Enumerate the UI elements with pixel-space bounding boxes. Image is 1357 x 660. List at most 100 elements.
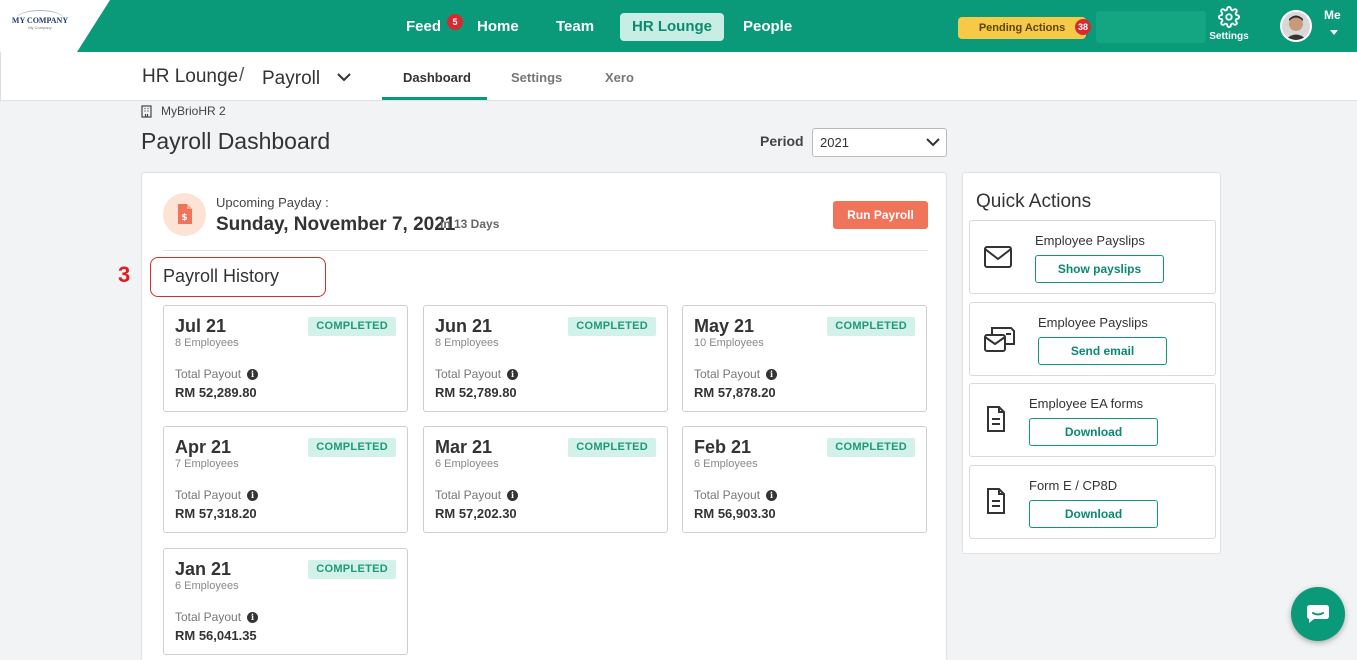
payroll-card-jul-21[interactable]: Jul 21 8 Employees COMPLETED Total Payou… xyxy=(163,305,408,412)
total-payout-text: Total Payout xyxy=(175,610,242,624)
tab-settings[interactable]: Settings xyxy=(511,70,562,85)
employee-count: 6 Employees xyxy=(175,580,239,592)
sub-navbar: HR Lounge / Payroll Dashboard Settings X… xyxy=(0,52,1357,101)
download-ea-forms-button[interactable]: Download xyxy=(1029,418,1158,446)
total-payout-amount: RM 56,903.30 xyxy=(694,506,776,521)
total-payout-text: Total Payout xyxy=(694,367,761,381)
payday-icon: $ xyxy=(163,193,206,236)
status-badge: COMPLETED xyxy=(308,560,396,579)
tab-dashboard[interactable]: Dashboard xyxy=(403,70,471,85)
company-logo[interactable]: MY COMPANY My Company xyxy=(10,8,70,44)
download-form-e-button[interactable]: Download xyxy=(1029,500,1158,528)
page-title: Payroll Dashboard xyxy=(141,128,331,154)
nav-hr-lounge[interactable]: HR Lounge xyxy=(620,13,724,41)
breadcrumb-separator: / xyxy=(239,65,245,86)
total-payout-amount: RM 52,789.80 xyxy=(435,385,517,400)
chevron-down-icon[interactable] xyxy=(1330,30,1338,35)
total-payout-text: Total Payout xyxy=(435,488,502,502)
payroll-month: Mar 21 xyxy=(435,437,493,457)
redacted-area xyxy=(1096,11,1206,43)
status-badge: COMPLETED xyxy=(827,438,915,457)
payroll-card-feb-21[interactable]: Feb 21 6 Employees COMPLETED Total Payou… xyxy=(682,426,927,533)
employee-count: 8 Employees xyxy=(175,337,239,349)
me-menu-label[interactable]: Me xyxy=(1324,8,1341,22)
info-icon[interactable]: i xyxy=(766,368,778,380)
send-email-button[interactable]: Send email xyxy=(1038,337,1167,365)
chat-button[interactable] xyxy=(1291,587,1345,641)
info-icon[interactable]: i xyxy=(247,368,259,380)
status-badge: COMPLETED xyxy=(308,438,396,457)
info-icon[interactable]: i xyxy=(766,489,778,501)
info-icon[interactable]: i xyxy=(247,489,259,501)
gear-icon xyxy=(1218,6,1240,28)
payroll-month: Jan 21 xyxy=(175,559,232,579)
payroll-month: Jul 21 xyxy=(175,316,227,336)
period-label: Period xyxy=(760,133,804,149)
company-name: MyBrioHR 2 xyxy=(141,104,226,118)
avatar[interactable] xyxy=(1280,10,1312,42)
annotation-step-number: 3 xyxy=(118,262,131,287)
upcoming-payday-date: Sunday, November 7, 2021 xyxy=(216,214,456,235)
nav-feed[interactable]: Feed xyxy=(406,13,441,41)
payroll-card-may-21[interactable]: May 21 10 Employees COMPLETED Total Payo… xyxy=(682,305,927,412)
total-payout-text: Total Payout xyxy=(175,488,242,502)
breadcrumb-payroll[interactable]: Payroll xyxy=(262,68,320,90)
chat-icon xyxy=(1307,605,1329,623)
show-payslips-button[interactable]: Show payslips xyxy=(1035,255,1164,283)
svg-text:$: $ xyxy=(181,213,187,223)
divider xyxy=(163,250,928,251)
send-mail-icon xyxy=(984,327,1015,352)
info-icon[interactable]: i xyxy=(507,489,519,501)
quick-action-label: Employee Payslips xyxy=(1038,315,1148,330)
payroll-month: Jun 21 xyxy=(435,316,493,336)
nav-team[interactable]: Team xyxy=(556,13,594,41)
quick-actions-panel: Quick Actions Employee Payslips Show pay… xyxy=(962,172,1221,554)
settings-button[interactable]: Settings xyxy=(1205,6,1253,42)
total-payout-label: Total Payout i xyxy=(175,610,259,624)
quick-action-send-email: Employee Payslips Send email xyxy=(969,302,1216,376)
payroll-card-jan-21[interactable]: Jan 21 6 Employees COMPLETED Total Payou… xyxy=(163,548,408,655)
payday-countdown: in 13 Days xyxy=(440,217,500,231)
total-payout-amount: RM 57,318.20 xyxy=(175,506,257,521)
payroll-main-card: $ Upcoming Payday : Sunday, November 7, … xyxy=(141,172,947,660)
info-icon[interactable]: i xyxy=(247,611,259,623)
run-payroll-button[interactable]: Run Payroll xyxy=(833,201,928,229)
quick-action-label: Employee EA forms xyxy=(1029,396,1144,411)
document-icon xyxy=(987,488,1005,514)
document-icon xyxy=(987,406,1005,432)
payroll-history-title: Payroll History xyxy=(150,257,326,297)
total-payout-amount: RM 52,289.80 xyxy=(175,385,257,400)
status-badge: COMPLETED xyxy=(308,317,396,336)
employee-count: 8 Employees xyxy=(435,337,499,349)
status-badge: COMPLETED xyxy=(568,438,656,457)
period-select[interactable]: 2021 xyxy=(812,128,947,157)
status-badge: COMPLETED xyxy=(568,317,656,336)
payroll-card-apr-21[interactable]: Apr 21 7 Employees COMPLETED Total Payou… xyxy=(163,426,408,533)
quick-action-show-payslips: Employee Payslips Show payslips xyxy=(969,220,1216,294)
pending-actions-button[interactable]: Pending Actions xyxy=(958,17,1086,39)
pending-actions-count: 38 xyxy=(1075,19,1092,35)
company-name-text: MyBrioHR 2 xyxy=(161,104,226,118)
logo-swoosh xyxy=(16,10,64,28)
top-navbar: MY COMPANY My Company Feed 5 Home Team H… xyxy=(0,0,1357,52)
period-value: 2021 xyxy=(820,135,849,150)
feed-badge: 5 xyxy=(447,14,463,30)
total-payout-amount: RM 57,878.20 xyxy=(694,385,776,400)
nav-home[interactable]: Home xyxy=(477,13,519,41)
payroll-card-jun-21[interactable]: Jun 21 8 Employees COMPLETED Total Payou… xyxy=(423,305,668,412)
total-payout-label: Total Payout i xyxy=(175,367,259,381)
upcoming-payday-label: Upcoming Payday : xyxy=(216,195,329,210)
total-payout-label: Total Payout i xyxy=(175,488,259,502)
chevron-down-icon[interactable] xyxy=(337,72,351,82)
quick-action-form-e: Form E / CP8D Download xyxy=(969,465,1216,539)
total-payout-text: Total Payout xyxy=(175,367,242,381)
info-icon[interactable]: i xyxy=(507,368,519,380)
employee-count: 7 Employees xyxy=(175,458,239,470)
tab-xero[interactable]: Xero xyxy=(605,70,634,85)
breadcrumb-hr-lounge[interactable]: HR Lounge xyxy=(142,66,238,88)
employee-count: 6 Employees xyxy=(435,458,499,470)
user-photo-icon xyxy=(1282,12,1310,40)
payroll-card-mar-21[interactable]: Mar 21 6 Employees COMPLETED Total Payou… xyxy=(423,426,668,533)
building-icon xyxy=(141,104,152,118)
nav-people[interactable]: People xyxy=(743,13,792,41)
